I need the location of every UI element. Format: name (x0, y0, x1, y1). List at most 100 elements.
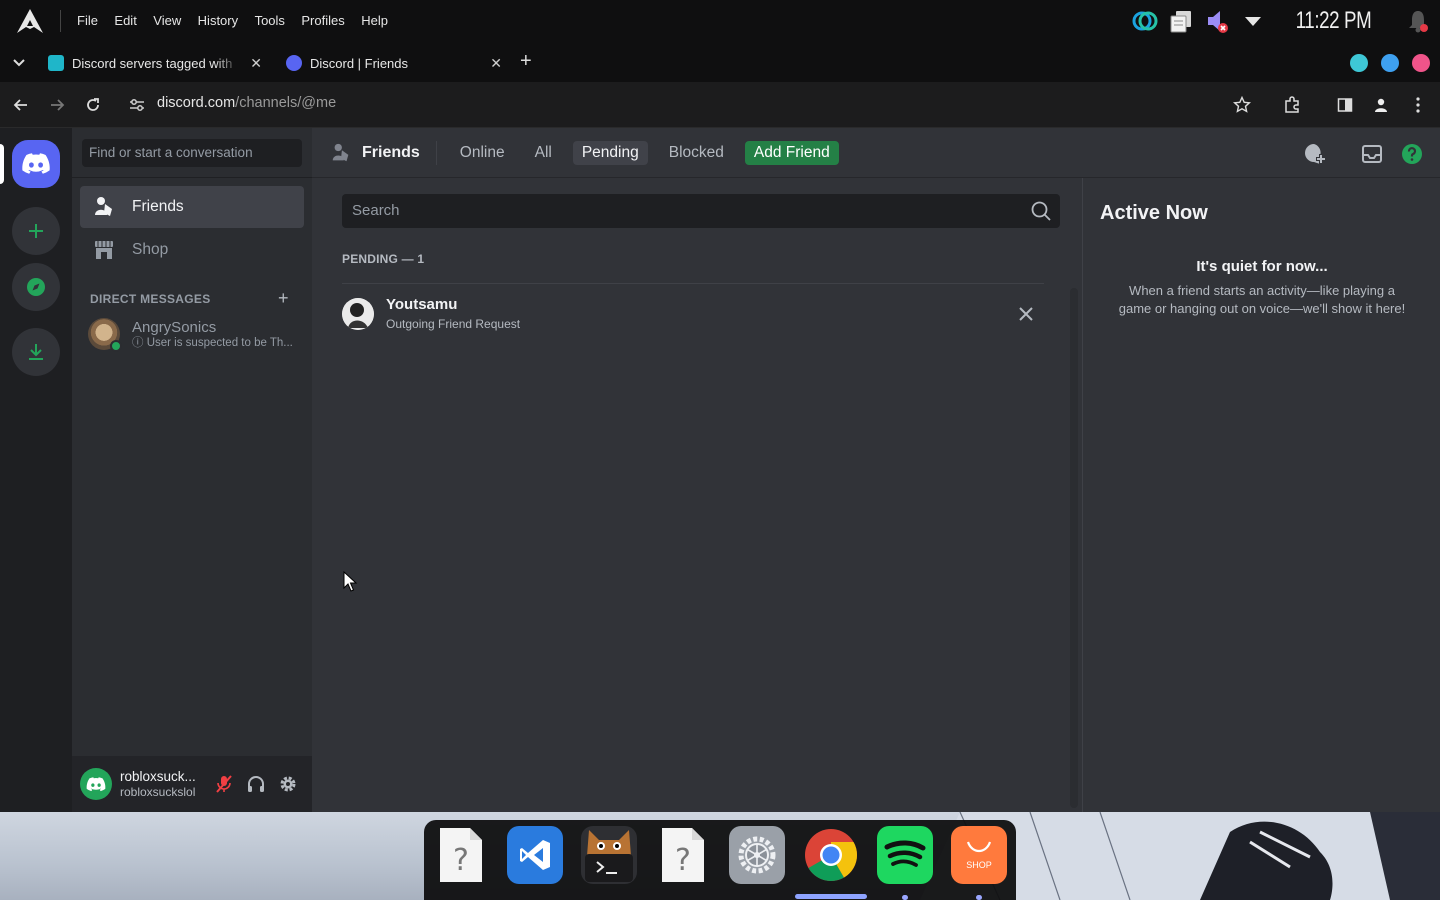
add-friend-button[interactable]: Add Friend (744, 140, 839, 165)
divider (342, 283, 1044, 284)
profile-icon[interactable] (1370, 94, 1392, 116)
browser-menu-icon[interactable] (1407, 94, 1429, 116)
menu-profiles[interactable]: Profiles (301, 13, 344, 28)
user-avatar[interactable] (80, 768, 112, 800)
clock[interactable]: 11:22 PM (1296, 7, 1372, 35)
back-icon[interactable] (10, 94, 32, 116)
window-close-button[interactable] (1412, 54, 1430, 72)
sync-icon[interactable] (1127, 0, 1163, 42)
create-dm-button[interactable]: + (278, 288, 289, 309)
list-scrollbar[interactable] (1070, 288, 1078, 808)
menu-separator (60, 10, 61, 32)
avatar (342, 298, 374, 330)
menu-view[interactable]: View (153, 13, 181, 28)
extensions-icon[interactable] (1281, 94, 1303, 116)
download-apps-button[interactable] (12, 328, 60, 376)
svg-text:?: ? (453, 843, 469, 878)
address-bar[interactable]: discord.com/channels/@me (157, 95, 336, 111)
online-status-dot (110, 340, 122, 352)
active-now-panel: Active Now It's quiet for now... When a … (1082, 178, 1440, 812)
tab-close-icon[interactable]: ✕ (250, 55, 262, 72)
headphones-icon[interactable] (242, 770, 270, 798)
discord-favicon-icon (286, 55, 302, 71)
dock-app-spotify[interactable] (877, 826, 933, 884)
chrome-icon (805, 829, 857, 881)
dm-name: AngrySonics (132, 318, 217, 336)
tab-discord-servers[interactable]: Discord servers tagged with ✕ (38, 48, 270, 78)
help-icon[interactable] (1399, 141, 1425, 167)
friend-name: Youtsamu (386, 296, 458, 313)
svg-text:?: ? (675, 843, 691, 878)
discord-logo-icon (86, 776, 106, 791)
active-now-description: When a friend starts an activity—like pl… (1118, 283, 1406, 316)
notification-bell-icon[interactable] (1400, 0, 1436, 42)
menu-tools[interactable]: Tools (255, 13, 285, 28)
shop-label: SHOP (966, 860, 992, 870)
volume-muted-icon[interactable] (1199, 0, 1235, 42)
reload-icon[interactable] (82, 94, 104, 116)
shop-bag-icon (966, 841, 992, 853)
direct-messages-home-button[interactable] (12, 140, 60, 188)
dm-sidebar: Find or start a conversation Friends Sho… (72, 128, 312, 812)
dock-app-vscode[interactable] (507, 826, 563, 884)
friends-icon (330, 142, 352, 164)
mute-microphone-icon[interactable] (210, 770, 238, 798)
friends-search-input[interactable]: Search (342, 194, 1060, 228)
dm-item-angrysonics[interactable]: AngrySonics ⓘ User is suspected to be Th… (80, 312, 304, 356)
unknown-file-icon: ? (662, 828, 704, 882)
find-conversation-button[interactable]: Find or start a conversation (82, 139, 302, 167)
new-tab-button[interactable]: + (520, 50, 532, 73)
side-panel-icon[interactable] (1334, 94, 1356, 116)
tab-pending[interactable]: Pending (572, 140, 648, 165)
friends-title: Friends (330, 142, 420, 164)
browser-tab-strip: Discord servers tagged with ✕ Discord | … (0, 42, 1440, 82)
arch-logo-icon[interactable] (0, 0, 60, 42)
dock-app-terminal[interactable] (581, 826, 637, 884)
dock-app-unknown-file-2[interactable]: ? (655, 826, 711, 884)
browser-toolbar: discord.com/channels/@me (0, 82, 1440, 128)
inbox-icon[interactable] (1359, 141, 1385, 167)
info-icon: ⓘ (132, 336, 147, 349)
pending-friend-row[interactable]: Youtsamu Outgoing Friend Request (342, 292, 1044, 336)
dock-app-unknown-file-1[interactable]: ? (433, 826, 489, 884)
dock-app-shop[interactable]: SHOP (951, 826, 1007, 884)
settings-icon (738, 836, 776, 874)
vscode-icon (520, 840, 550, 870)
tab-online[interactable]: Online (451, 141, 514, 165)
user-display-name[interactable]: robloxsuck... (120, 769, 196, 785)
new-group-dm-icon[interactable] (1302, 141, 1328, 167)
site-settings-icon[interactable] (126, 94, 148, 116)
dock-app-settings[interactable] (729, 826, 785, 884)
friends-title-label: Friends (362, 143, 420, 161)
nav-shop[interactable]: Shop (80, 229, 304, 271)
compass-icon (27, 278, 45, 296)
discord-logo-icon (22, 153, 50, 174)
menu-file[interactable]: File (77, 13, 98, 28)
running-app-dot (976, 895, 982, 900)
explore-servers-button[interactable] (12, 263, 60, 311)
dock-app-chrome[interactable] (803, 826, 859, 884)
tab-blocked[interactable]: Blocked (660, 141, 733, 165)
menu-edit[interactable]: Edit (114, 13, 136, 28)
cancel-request-close-icon[interactable] (1008, 296, 1044, 332)
clipboard-icon[interactable] (1163, 0, 1199, 42)
plus-icon (29, 224, 43, 238)
menu-history[interactable]: History (198, 13, 238, 28)
window-minimize-button[interactable] (1350, 54, 1368, 72)
tab-close-icon[interactable]: ✕ (490, 55, 502, 72)
friends-main: Friends Online All Pending Blocked Add F… (312, 128, 1440, 812)
unknown-file-icon: ? (440, 828, 482, 882)
tab-all[interactable]: All (526, 141, 561, 165)
dropdown-icon[interactable] (1235, 0, 1271, 42)
add-server-button[interactable] (12, 207, 60, 255)
window-maximize-button[interactable] (1381, 54, 1399, 72)
nav-friends[interactable]: Friends (80, 186, 304, 228)
user-settings-gear-icon[interactable] (274, 770, 302, 798)
tab-list-dropdown-icon[interactable] (8, 54, 30, 72)
tab-discord-friends[interactable]: Discord | Friends ✕ (276, 48, 510, 78)
forward-icon[interactable] (46, 94, 68, 116)
download-icon (29, 344, 43, 360)
menu-help[interactable]: Help (361, 13, 388, 28)
direct-messages-header: DIRECT MESSAGES (90, 292, 211, 306)
bookmark-star-icon[interactable] (1231, 94, 1253, 116)
